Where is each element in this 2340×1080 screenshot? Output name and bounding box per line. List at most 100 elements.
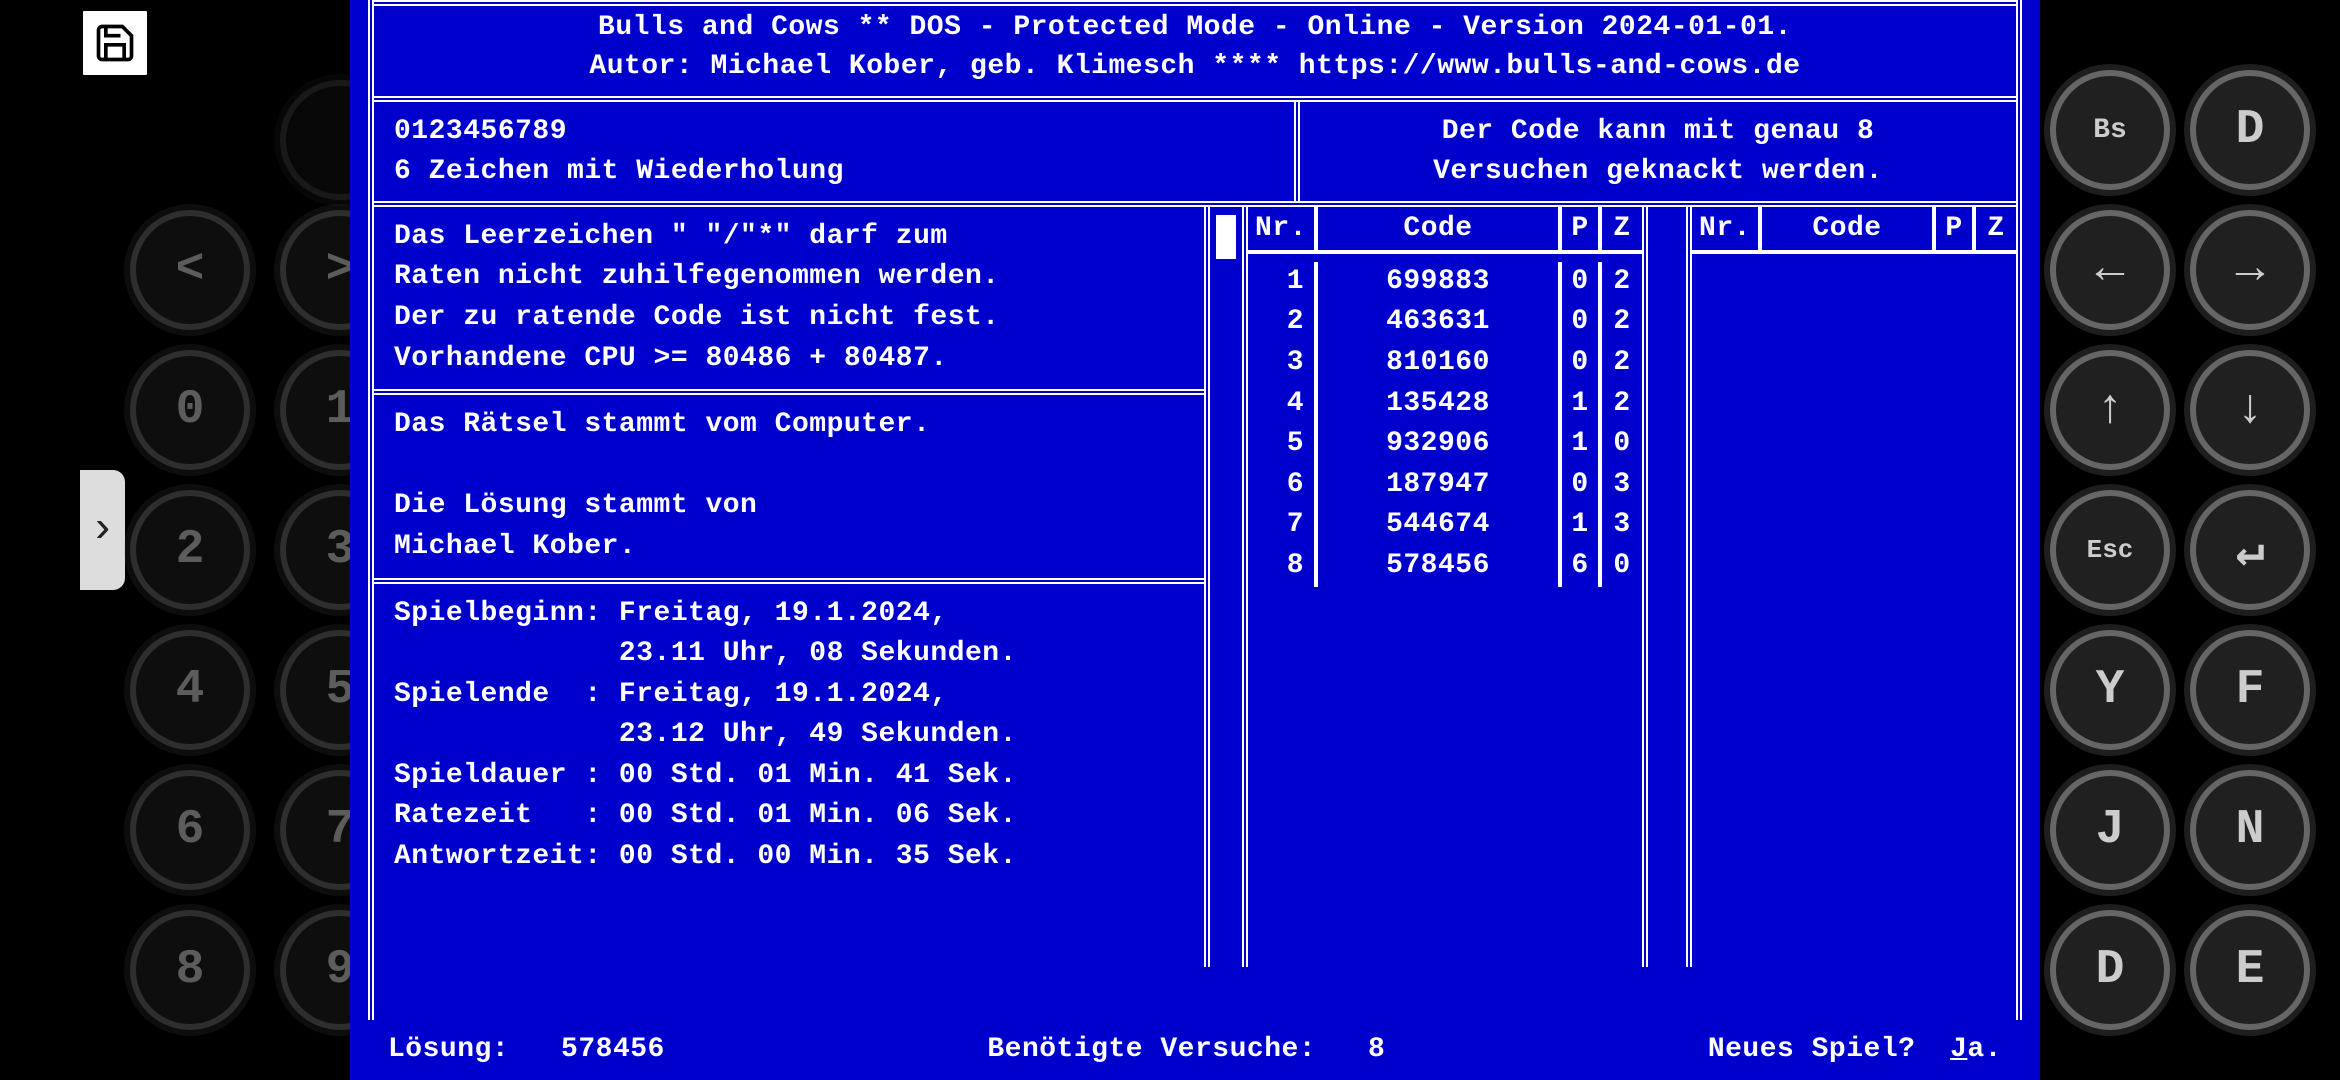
vkey-n[interactable]: N: [2190, 770, 2310, 890]
mode-line: 6 Zeichen mit Wiederholung: [394, 152, 1274, 191]
vkey-d2[interactable]: D: [2050, 910, 2170, 1030]
info-column: Das Leerzeichen " "/"*" darf zum Raten n…: [374, 207, 1204, 967]
guess-code: 810160: [1318, 343, 1562, 384]
title-bar: Bulls and Cows ** DOS - Protected Mode -…: [374, 0, 2016, 96]
guess-p: 1: [1562, 424, 1602, 465]
scroll-thumb-icon: [1216, 215, 1236, 259]
vkey-0[interactable]: 0: [130, 350, 250, 470]
guess-p: 0: [1562, 262, 1602, 303]
info-block-times: Spielbeginn: Freitag, 19.1.2024, 23.11 U…: [374, 584, 1204, 967]
col-z: Z: [1602, 207, 1642, 250]
guess-p: 1: [1562, 384, 1602, 425]
vkey-enter[interactable]: ↵: [2190, 490, 2310, 610]
title-line-2: Autor: Michael Kober, geb. Klimesch ****…: [394, 47, 1996, 86]
guess-row: 618794703: [1248, 465, 1642, 506]
info-block-source: Das Rätsel stammt vom Computer. Die Lösu…: [374, 395, 1204, 583]
col-code-2: Code: [1762, 207, 1936, 250]
guess-row: 413542812: [1248, 384, 1642, 425]
title-line-1: Bulls and Cows ** DOS - Protected Mode -…: [394, 8, 1996, 47]
vkey-f[interactable]: F: [2190, 630, 2310, 750]
guess-header: Nr. Code P Z: [1248, 207, 1642, 254]
guess-header-2: Nr. Code P Z: [1692, 207, 2016, 254]
guess-nr: 7: [1248, 505, 1318, 546]
col-z-2: Z: [1976, 207, 2016, 250]
vkey-2[interactable]: 2: [130, 490, 250, 610]
guess-nr: 3: [1248, 343, 1318, 384]
guess-nr: 4: [1248, 384, 1318, 425]
guess-code: 578456: [1318, 546, 1562, 587]
guess-p: 0: [1562, 465, 1602, 506]
guess-column-2: Nr. Code P Z: [1692, 207, 2016, 967]
guess-row: 593290610: [1248, 424, 1642, 465]
col-nr: Nr.: [1248, 207, 1318, 250]
save-button[interactable]: [80, 8, 150, 78]
guess-code: 699883: [1318, 262, 1562, 303]
guess-p: 1: [1562, 505, 1602, 546]
hint-line-2: Versuchen geknackt werden.: [1320, 152, 1996, 191]
status-solution: Lösung: 578456: [388, 1034, 665, 1065]
vkey-e[interactable]: E: [2190, 910, 2310, 1030]
guess-nr: 5: [1248, 424, 1318, 465]
guess-z: 0: [1602, 424, 1642, 465]
status-attempts: Benötigte Versuche: 8: [987, 1034, 1385, 1065]
info-block-rules: Das Leerzeichen " "/"*" darf zum Raten n…: [374, 207, 1204, 395]
vkey-y[interactable]: Y: [2050, 630, 2170, 750]
guess-code: 463631: [1318, 302, 1562, 343]
alphabet-line: 0123456789: [394, 112, 1274, 151]
dos-window: Bulls and Cows ** DOS - Protected Mode -…: [350, 0, 2040, 1080]
hint-panel: Der Code kann mit genau 8 Versuchen gekn…: [1294, 102, 2016, 200]
guess-p: 0: [1562, 302, 1602, 343]
guess-code: 187947: [1318, 465, 1562, 506]
guess-code: 932906: [1318, 424, 1562, 465]
guess-row: 381016002: [1248, 343, 1642, 384]
guess-p: 0: [1562, 343, 1602, 384]
col-nr-2: Nr.: [1692, 207, 1762, 250]
guess-row: 857845660: [1248, 546, 1642, 587]
col-code: Code: [1318, 207, 1562, 250]
solution-value: 578456: [561, 1034, 665, 1065]
guess-z: 2: [1602, 262, 1642, 303]
hint-line-1: Der Code kann mit genau 8: [1320, 112, 1996, 151]
status-bar: Lösung: 578456 Benötigte Versuche: 8 Neu…: [368, 1020, 2022, 1065]
guess-z: 0: [1602, 546, 1642, 587]
guess-z: 3: [1602, 465, 1642, 506]
vkey-6[interactable]: 6: [130, 770, 250, 890]
guess-nr: 2: [1248, 302, 1318, 343]
vkey-lt[interactable]: <: [130, 210, 250, 330]
config-panel: 0123456789 6 Zeichen mit Wiederholung: [374, 102, 1294, 200]
scrollbar-info[interactable]: [1204, 207, 1248, 967]
vkey-down[interactable]: ↓: [2190, 350, 2310, 470]
vkey-d[interactable]: D: [2190, 70, 2310, 190]
guess-z: 3: [1602, 505, 1642, 546]
vkey-left[interactable]: ←: [2050, 210, 2170, 330]
newgame-label: Neues Spiel?: [1708, 1034, 1916, 1065]
guess-body: 1699883022463631023810160024135428125932…: [1248, 262, 1642, 587]
guess-code: 135428: [1318, 384, 1562, 425]
status-newgame[interactable]: Neues Spiel? Ja.: [1708, 1034, 2002, 1065]
guess-nr: 6: [1248, 465, 1318, 506]
scrollbar-guesses[interactable]: [1648, 207, 1692, 967]
drawer-handle[interactable]: ›: [80, 470, 125, 590]
guess-row: 169988302: [1248, 262, 1642, 303]
vkey-4[interactable]: 4: [130, 630, 250, 750]
vkey-j[interactable]: J: [2050, 770, 2170, 890]
vkey-right[interactable]: →: [2190, 210, 2310, 330]
guess-nr: 1: [1248, 262, 1318, 303]
guess-p: 6: [1562, 546, 1602, 587]
vkey-esc[interactable]: Esc: [2050, 490, 2170, 610]
guess-nr: 8: [1248, 546, 1318, 587]
guess-code: 544674: [1318, 505, 1562, 546]
vkey-up[interactable]: ↑: [2050, 350, 2170, 470]
attempts-label: Benötigte Versuche:: [987, 1034, 1316, 1065]
col-p: P: [1562, 207, 1602, 250]
guess-z: 2: [1602, 343, 1642, 384]
guess-row: 754467413: [1248, 505, 1642, 546]
guess-z: 2: [1602, 384, 1642, 425]
vkey-8[interactable]: 8: [130, 910, 250, 1030]
vkey-backspace[interactable]: Bs: [2050, 70, 2170, 190]
col-p-2: P: [1936, 207, 1976, 250]
guess-column-1: Nr. Code P Z 169988302246363102381016002…: [1248, 207, 1648, 967]
newgame-answer: Ja.: [1950, 1034, 2002, 1065]
floppy-icon: [93, 21, 137, 65]
chevron-right-icon: ›: [89, 505, 115, 555]
